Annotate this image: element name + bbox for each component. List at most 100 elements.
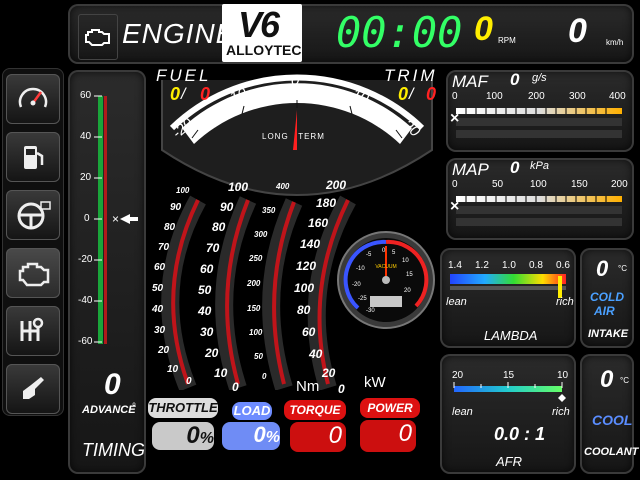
load-readout: 0% <box>222 422 280 450</box>
throttle-tick: 90 <box>170 202 182 213</box>
torque-tick: 100 <box>249 328 263 337</box>
power-readout: 0 <box>360 420 416 452</box>
engine-icon <box>18 262 50 287</box>
advance-unit: ° <box>132 402 136 413</box>
sidebar-item-engine[interactable] <box>6 248 60 298</box>
throttle-tick: 50 <box>152 283 164 294</box>
page-title: ENGINE <box>122 18 236 49</box>
lambda-rich: rich <box>556 296 574 308</box>
trim-long-value: 0 <box>426 84 437 104</box>
lambda-label: LAMBDA <box>484 328 538 343</box>
torque-tick: 300 <box>254 230 268 239</box>
map-value: 0 <box>510 158 520 177</box>
sidebar-item-refuel[interactable] <box>6 364 60 414</box>
gear-shift-icon <box>20 317 44 341</box>
svg-text:×: × <box>112 212 119 226</box>
afr-lean: lean <box>452 406 473 418</box>
vacuum-gauge: VACUUM 0 5 10 15 20 -5 -10 -20 -25 -30 <box>337 231 435 329</box>
timing-label: TIMING <box>82 440 145 460</box>
fuel-long-value: 0 <box>200 84 211 104</box>
power-tick: 0 <box>338 382 345 396</box>
torque-tick: 50 <box>254 352 263 361</box>
torque-value: 0 <box>328 422 342 449</box>
afr-label: AFR <box>496 454 522 469</box>
throttle-tick: 70 <box>158 242 170 253</box>
vacuum-tick: -10 <box>356 266 365 272</box>
power-value: 0 <box>398 420 412 447</box>
fuel-nozzle-icon <box>23 377 44 399</box>
load-tick: 0 <box>232 380 239 394</box>
lambda-tick: 1.2 <box>475 260 489 271</box>
vacuum-tick: -5 <box>366 252 372 258</box>
check-engine-icon <box>85 29 110 46</box>
coolant-label: COOLANT <box>584 446 639 458</box>
throttle-label[interactable]: THROTTLE <box>148 398 218 418</box>
torque-tick: 400 <box>276 182 290 191</box>
sidebar-item-fuel[interactable] <box>6 132 60 182</box>
map-tick: 0 <box>452 179 458 190</box>
maf-label: MAF <box>452 72 488 91</box>
intake-unit: °C <box>618 264 627 273</box>
vacuum-tick: -20 <box>352 282 361 288</box>
afr-tick: 20 <box>452 370 464 381</box>
maf-tick: 400 <box>609 91 626 102</box>
throttle-tick: 80 <box>164 222 176 233</box>
maf-tick: 100 <box>486 91 503 102</box>
intake-value: 0 <box>596 256 609 281</box>
torque-tick: 0 <box>262 372 267 381</box>
load-tick: 20 <box>205 346 219 360</box>
power-unit: kW <box>364 374 386 391</box>
vacuum-tick: 20 <box>404 288 411 294</box>
trim-slash: / <box>409 86 414 103</box>
clock: 00:00 <box>336 8 463 57</box>
maf-unit: g/s <box>532 72 547 84</box>
trim-label: TRIM <box>384 66 438 85</box>
long-term-label: LONG TERM <box>262 132 325 141</box>
speed-unit: km/h <box>606 38 624 47</box>
load-tick: 50 <box>198 283 212 297</box>
coolant-value: 0 <box>600 366 614 393</box>
throttle-tick: 40 <box>152 304 164 315</box>
afr-tick: 10 <box>557 370 569 381</box>
lambda-tick: 0.8 <box>529 260 543 271</box>
torque-readout: 0 <box>290 422 346 452</box>
logo-alloytec: ALLOYTEC <box>226 42 302 58</box>
map-bar <box>456 196 622 226</box>
load-tick: 70 <box>206 241 220 255</box>
map-tick: 50 <box>492 179 504 190</box>
throttle-tick: 100 <box>176 186 190 195</box>
map-unit: kPa <box>530 160 549 172</box>
cold-air-title: COLD <box>590 290 624 304</box>
short-term-label: SHORT TERM <box>260 90 329 99</box>
fuel-pump-icon <box>24 146 44 169</box>
load-value: 0 <box>253 422 266 447</box>
sidebar-item-gearbox[interactable] <box>6 306 60 356</box>
load-label[interactable]: LOAD <box>232 402 272 420</box>
power-tick: 40 <box>309 347 323 361</box>
load-tick: 100 <box>228 180 249 194</box>
maf-tick: 200 <box>528 91 545 102</box>
maf-tick: 300 <box>569 91 586 102</box>
load-tick: 30 <box>200 325 214 339</box>
maf-value: 0 <box>510 70 520 89</box>
advance-label: ADVANCE <box>82 404 136 416</box>
trim-short-value: 0 <box>398 84 409 104</box>
speed-value: 0 <box>568 12 587 50</box>
torque-label[interactable]: TORQUE <box>284 400 346 420</box>
maf-marker: × <box>450 110 460 127</box>
maf-bar <box>456 108 622 138</box>
vacuum-label: VACUUM <box>375 264 396 270</box>
power-tick: 80 <box>297 303 311 317</box>
intake-label: INTAKE <box>588 328 629 340</box>
throttle-tick: 60 <box>154 262 166 273</box>
power-tick: 120 <box>296 259 317 273</box>
throttle-tick: 30 <box>154 325 166 336</box>
power-label[interactable]: POWER <box>360 398 420 418</box>
throttle-readout: 0% <box>152 422 214 450</box>
torque-tick: 200 <box>247 279 261 288</box>
vacuum-tick: 15 <box>406 272 413 278</box>
sidebar-item-driving[interactable] <box>6 190 60 240</box>
sidebar-item-gauges[interactable] <box>6 74 60 124</box>
power-tick: 200 <box>326 178 347 192</box>
load-tick: 60 <box>200 262 214 276</box>
